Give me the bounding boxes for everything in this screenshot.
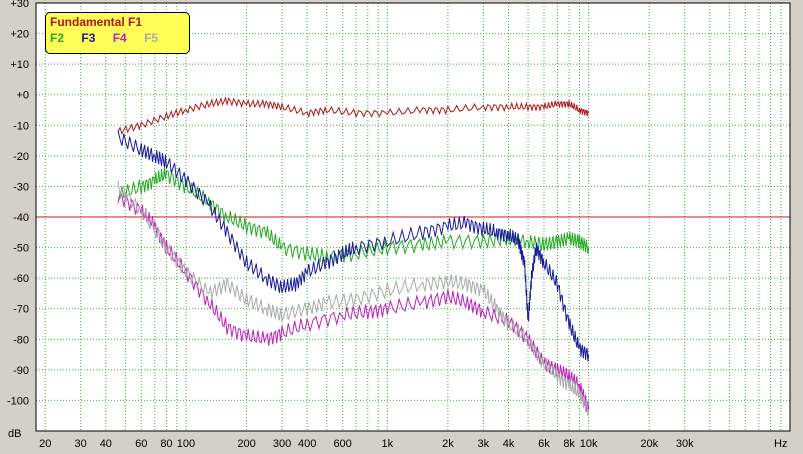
x-tick-label: 6k <box>538 438 550 450</box>
y-tick-label: -80 <box>13 334 29 346</box>
legend-item-f4: F4 <box>112 31 127 45</box>
x-tick-label: 20 <box>39 438 51 450</box>
y-tick-label: -40 <box>13 212 29 224</box>
y-tick-label: -70 <box>13 304 29 316</box>
x-tick-label: 600 <box>333 438 351 450</box>
y-tick-label: -20 <box>13 151 29 163</box>
x-axis-label: Hz <box>774 438 787 450</box>
x-tick-label: 60 <box>135 438 147 450</box>
y-tick-label: -30 <box>13 181 29 193</box>
legend-title: Fundamental F1 <box>50 15 143 29</box>
x-tick-label: 20k <box>640 438 658 450</box>
x-tick-label: 40 <box>100 438 112 450</box>
chart-window: +30 +20 +10 +0 -10 -20 -30 -40 -50 -60 -70 -80 -90 -1… <box>0 0 803 454</box>
y-tick-label: -90 <box>13 365 29 377</box>
frequency-response-chart: +30 +20 +10 +0 -10 -20 -30 -40 -50 -60 -70 -80 -90 -1… <box>7 0 791 450</box>
x-tick-label: 3k <box>478 438 490 450</box>
y-tick-label: -10 <box>13 120 29 132</box>
legend-item-f2: F2 <box>50 31 65 45</box>
x-tick-label: 100 <box>177 438 195 450</box>
x-tick-label: 30 <box>75 438 87 450</box>
y-tick-label: -60 <box>13 273 29 285</box>
y-tick-label: +20 <box>10 29 29 41</box>
y-tick-label: +10 <box>10 59 29 71</box>
x-tick-label: 200 <box>237 438 255 450</box>
x-tick-label: 1k <box>381 438 393 450</box>
y-tick-label: +0 <box>16 90 29 102</box>
x-tick-label: 80 <box>160 438 172 450</box>
x-tick-label: 8k <box>563 438 575 450</box>
x-axis-ticks: 20 30 40 60 80 100 200 300 400 600 1k 2k 3k 4k 6k 8k 10k… <box>39 438 694 450</box>
x-tick-label: 10k <box>580 438 598 450</box>
x-tick-label: 2k <box>442 438 454 450</box>
x-tick-label: 4k <box>503 438 515 450</box>
y-tick-label: -100 <box>7 395 29 407</box>
y-tick-label: +30 <box>10 0 29 10</box>
x-tick-label: 400 <box>298 438 316 450</box>
legend: Fundamental F1 F2 F3 F4 F5 <box>45 12 190 54</box>
x-tick-label: 30k <box>676 438 694 450</box>
y-axis-label: dB <box>8 428 21 440</box>
y-tick-label: -50 <box>13 243 29 255</box>
y-axis-ticks: +30 +20 +10 +0 -10 -20 -30 -40 -50 -60 -70 -80 -90 -1… <box>7 0 29 407</box>
x-tick-label: 300 <box>273 438 291 450</box>
legend-item-f3: F3 <box>81 31 96 45</box>
legend-item-f5: F5 <box>144 31 159 45</box>
